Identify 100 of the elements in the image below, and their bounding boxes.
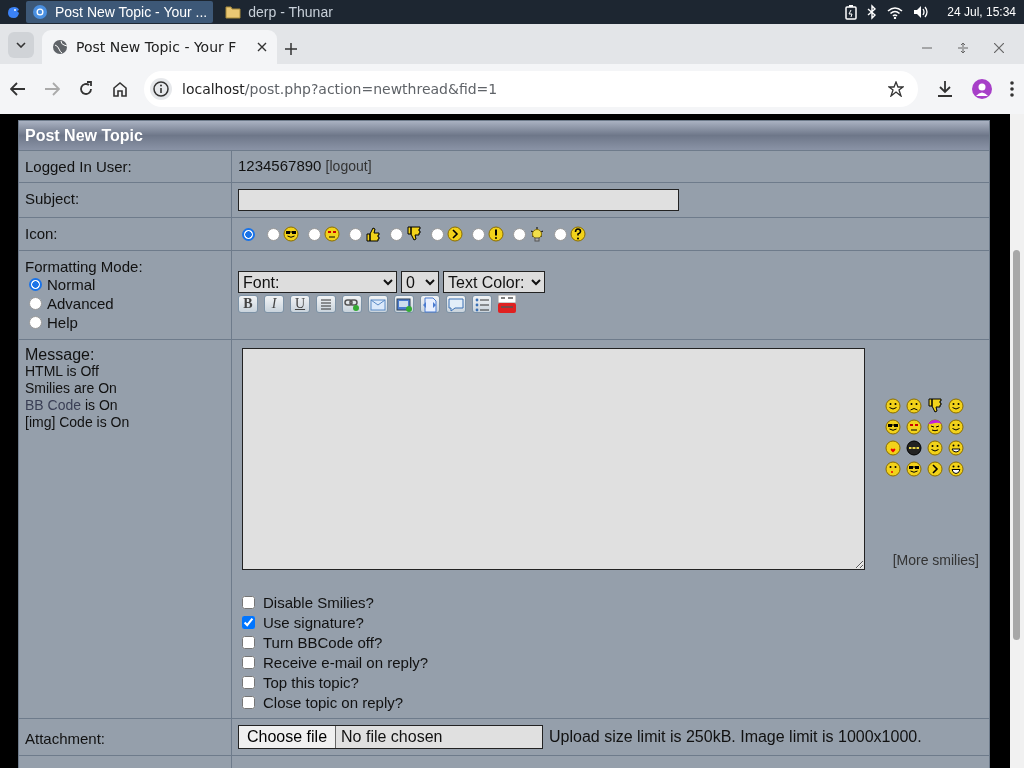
- more-menu-icon[interactable]: [1010, 81, 1014, 97]
- sad-face-icon[interactable]: [905, 398, 922, 414]
- radio-label[interactable]: Normal: [47, 276, 96, 293]
- smiley-icon[interactable]: [884, 398, 901, 414]
- icon-radio[interactable]: [472, 227, 485, 241]
- maximize-icon[interactable]: [958, 43, 968, 53]
- thumbs-down-icon[interactable]: [926, 398, 943, 414]
- color-dropdown[interactable]: Text Color:: [443, 271, 545, 293]
- question-icon[interactable]: [570, 226, 586, 242]
- format-button[interactable]: I: [264, 295, 284, 313]
- volume-icon[interactable]: [913, 5, 930, 19]
- checkbox-label[interactable]: Receive e-mail on reply?: [263, 653, 429, 671]
- back-icon[interactable]: [10, 82, 26, 96]
- bbcode-link[interactable]: BB Code: [25, 397, 82, 413]
- icon-radio[interactable]: [242, 227, 255, 241]
- checkbox[interactable]: [242, 615, 255, 629]
- thumbs-up-icon[interactable]: [365, 226, 381, 242]
- logout-link[interactable]: [logout]: [325, 158, 372, 174]
- more-smilies-link[interactable]: [More smilies]: [892, 552, 979, 568]
- checkbox-label[interactable]: Disable Smilies?: [263, 593, 374, 611]
- choose-file-button[interactable]: Choose file: [239, 726, 337, 748]
- avatar-icon[interactable]: [972, 79, 992, 99]
- checkbox[interactable]: [242, 655, 255, 669]
- icon-radio[interactable]: [349, 227, 362, 241]
- file-field[interactable]: Choose file No file chosen: [238, 725, 543, 749]
- font-dropdown[interactable]: Font:: [238, 271, 397, 293]
- lightbulb-icon[interactable]: [529, 226, 545, 242]
- spiky-haired-face-icon[interactable]: [926, 419, 943, 435]
- frowning-face-icon[interactable]: [905, 419, 922, 435]
- icon-radio[interactable]: [431, 227, 444, 241]
- icon-radio[interactable]: [513, 227, 526, 241]
- frowning-face-icon[interactable]: [324, 226, 340, 242]
- checkbox-label[interactable]: Use signature?: [263, 613, 364, 631]
- format-button[interactable]: B: [238, 295, 258, 313]
- clock[interactable]: 24 Jul, 15:34: [947, 5, 1016, 19]
- tab-search-button[interactable]: [8, 32, 34, 58]
- list-button[interactable]: [472, 295, 492, 313]
- image-icon: [395, 295, 413, 313]
- star-icon[interactable]: [888, 81, 904, 97]
- sunglasses-smiley-icon[interactable]: [884, 419, 901, 435]
- checkbox[interactable]: [242, 695, 255, 709]
- radio-label[interactable]: Help: [47, 314, 78, 331]
- bluetooth-icon[interactable]: [867, 4, 878, 20]
- radio-label[interactable]: Advanced: [47, 295, 114, 312]
- subject-field[interactable]: [238, 189, 679, 211]
- field-label: Formatting Mode:: [25, 258, 143, 275]
- mode-radio[interactable]: [29, 297, 42, 310]
- taskbar-window-button[interactable]: derp - Thunar: [219, 1, 339, 23]
- smiley-icon[interactable]: [947, 419, 964, 435]
- icon-radio[interactable]: [554, 227, 567, 241]
- wifi-icon[interactable]: [887, 5, 904, 19]
- upload-note: Upload size limit is 250kB. Image limit is 1000x1000.: [549, 728, 922, 746]
- status-text: Smilies are On: [25, 380, 118, 397]
- checkbox[interactable]: [242, 595, 255, 609]
- browser-icon: [32, 4, 48, 20]
- mode-radio[interactable]: [29, 278, 42, 291]
- address-bar[interactable]: localhost/post.php?action=newthread&fid=1: [144, 71, 918, 107]
- taskbar-window-button[interactable]: Post New Topic - Your ...: [26, 1, 214, 23]
- checkbox[interactable]: [242, 675, 255, 689]
- sunglasses-smiley-icon[interactable]: [905, 461, 922, 477]
- format-button[interactable]: U: [290, 295, 310, 313]
- field-label: Message:: [25, 346, 96, 363]
- download-icon[interactable]: [936, 80, 954, 98]
- close-icon[interactable]: [257, 42, 267, 52]
- info-icon[interactable]: [153, 81, 169, 97]
- checkbox-label[interactable]: Close topic on reply?: [263, 693, 404, 711]
- smiley-icon[interactable]: [926, 440, 943, 456]
- home-icon[interactable]: [112, 81, 128, 97]
- laughing-face-icon[interactable]: [947, 461, 964, 477]
- checkbox-label[interactable]: Top this topic?: [263, 673, 359, 691]
- sunglasses-smiley-icon[interactable]: [283, 226, 299, 242]
- exclamation-icon[interactable]: [488, 226, 504, 242]
- align-button[interactable]: [316, 295, 336, 313]
- smiley-icon[interactable]: [947, 398, 964, 414]
- panel-title: Post New Topic: [19, 121, 989, 151]
- icon-radio[interactable]: [390, 227, 403, 241]
- grinning-face-icon[interactable]: [947, 440, 964, 456]
- browser-tab[interactable]: Post New Topic - Your F: [42, 30, 277, 64]
- video-icon[interactable]: [498, 295, 516, 313]
- reload-icon[interactable]: [78, 81, 94, 97]
- mode-radio[interactable]: [29, 316, 42, 329]
- link-button[interactable]: [342, 295, 362, 313]
- message-field[interactable]: [242, 348, 865, 570]
- icon-radio[interactable]: [267, 227, 280, 241]
- envelope-button[interactable]: [368, 295, 388, 313]
- document-button[interactable]: [420, 295, 440, 313]
- battery-icon[interactable]: [845, 4, 858, 20]
- menu-icon[interactable]: [6, 5, 20, 19]
- icon-radio[interactable]: [308, 227, 321, 241]
- ninja-face-icon[interactable]: [905, 440, 922, 456]
- field-label: Subject:: [25, 190, 80, 207]
- size-dropdown[interactable]: 0: [401, 271, 439, 293]
- checkbox[interactable]: [242, 635, 255, 649]
- speech-bubble-button[interactable]: [446, 295, 466, 313]
- image-button[interactable]: [394, 295, 414, 313]
- new-tab-icon[interactable]: [285, 43, 297, 55]
- scrollbar-thumb[interactable]: [1013, 250, 1020, 640]
- thumbs-down-icon[interactable]: [406, 226, 422, 242]
- folder-icon: [225, 5, 242, 19]
- checkbox-label[interactable]: Turn BBCode off?: [263, 633, 383, 651]
